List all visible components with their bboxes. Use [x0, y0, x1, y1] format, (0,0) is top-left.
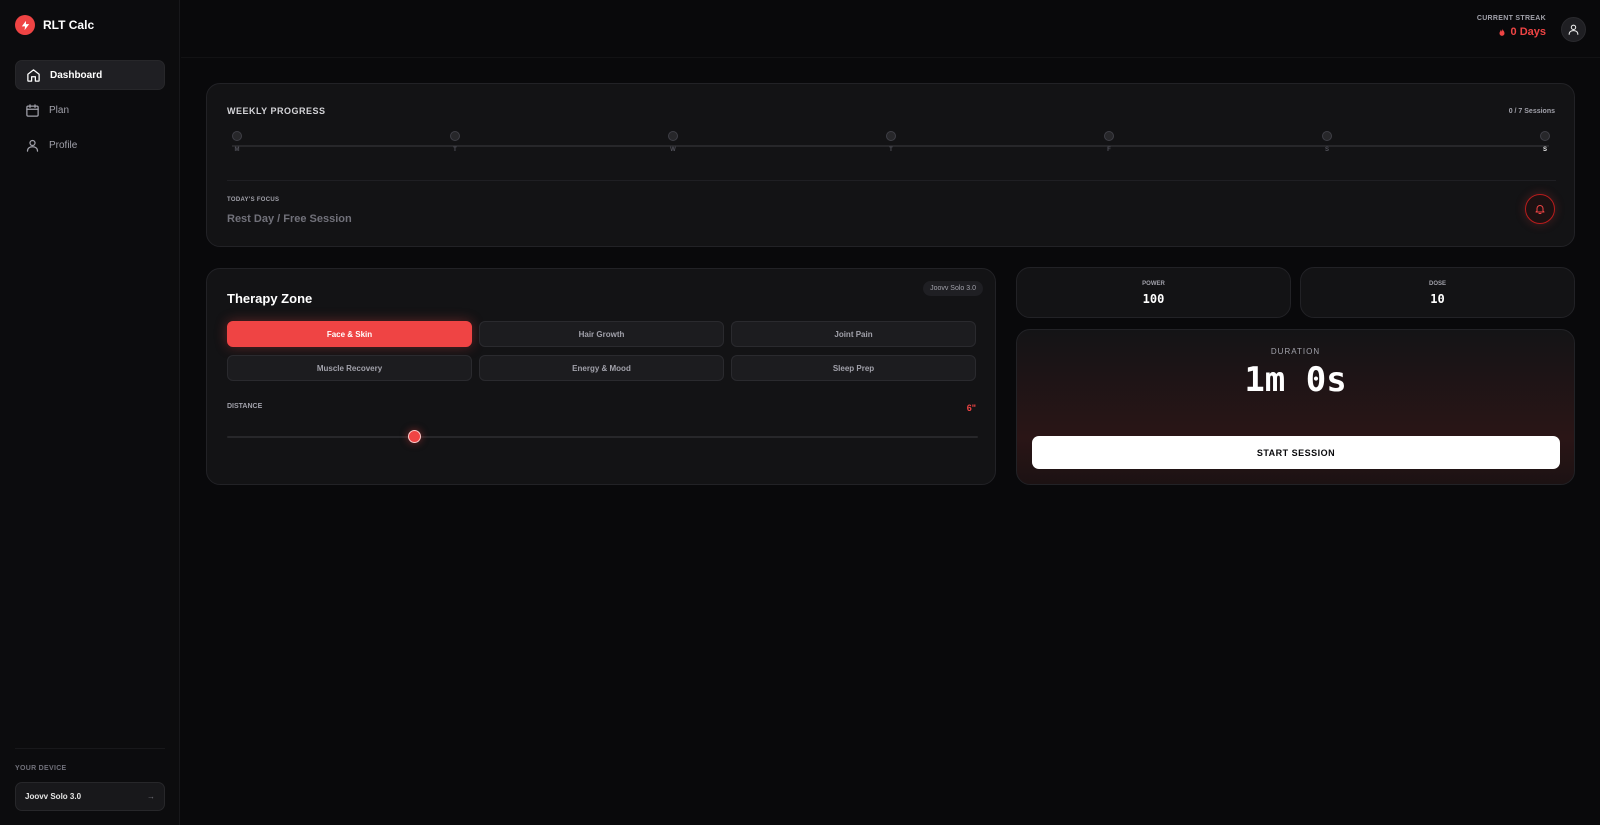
header: CURRENT STREAK 0 Days — [181, 0, 1600, 58]
sidebar-item-label: Dashboard — [50, 69, 103, 81]
day-dot — [450, 131, 460, 141]
dose-value: 10 — [1430, 292, 1445, 306]
streak-value-row: 0 Days — [1477, 26, 1546, 38]
streak-label: CURRENT STREAK — [1476, 15, 1546, 22]
sidebar-item-profile[interactable]: Profile — [15, 130, 165, 160]
device-selector-button[interactable]: Joovv Solo 3.0 → — [15, 782, 165, 811]
day-dot — [1540, 131, 1550, 141]
divider — [227, 180, 1556, 181]
day-dot — [1322, 131, 1332, 141]
flame-icon — [1499, 27, 1505, 36]
zone-option-face-skin[interactable]: Face & Skin — [227, 321, 472, 347]
user-icon — [1568, 24, 1579, 35]
sidebar-item-label: Profile — [49, 139, 78, 151]
dose-stat-card: DOSE 10 — [1300, 267, 1575, 318]
app-name: RLT Calc — [43, 18, 95, 32]
distance-slider-handle[interactable] — [408, 430, 422, 443]
sidebar: RLT Calc Dashboard Plan Profile YOUR DEV… — [0, 0, 180, 825]
day-label: S — [1324, 147, 1329, 153]
day-dot — [668, 131, 678, 141]
day-dot — [232, 131, 242, 141]
day-marker-wed: W — [663, 131, 683, 153]
streak-value: 0 Days — [1510, 26, 1546, 38]
power-stat-card: POWER 100 — [1016, 267, 1291, 318]
todays-focus-label: TODAY'S FOCUS — [227, 197, 280, 203]
day-label: T — [889, 147, 893, 153]
streak-indicator: CURRENT STREAK 0 Days — [1477, 15, 1546, 38]
sidebar-nav: Dashboard Plan Profile — [15, 60, 165, 165]
arrow-right-icon: → — [147, 792, 155, 801]
day-marker-sun: S — [1535, 131, 1555, 153]
reminder-button[interactable] — [1525, 194, 1555, 224]
day-marker-fri: F — [1099, 131, 1119, 153]
user-icon — [26, 139, 39, 152]
session-count: 0 / 7 Sessions — [1508, 108, 1555, 115]
brand[interactable]: RLT Calc — [15, 15, 94, 35]
day-dot — [1104, 131, 1114, 141]
distance-value: 6" — [966, 403, 976, 413]
zone-option-sleep-prep[interactable]: Sleep Prep — [731, 355, 976, 381]
day-marker-thu: T — [881, 131, 901, 153]
dose-label: DOSE — [1428, 281, 1446, 287]
day-dot — [886, 131, 896, 141]
zone-option-muscle-recovery[interactable]: Muscle Recovery — [227, 355, 472, 381]
therapy-zone-card: Therapy Zone Joovv Solo 3.0 Face & Skin … — [206, 268, 996, 485]
bolt-icon — [15, 15, 35, 35]
home-icon — [27, 68, 40, 82]
weekly-progress-card: WEEKLY PROGRESS 0 / 7 Sessions M T W T F… — [206, 83, 1575, 247]
profile-avatar-button[interactable] — [1561, 17, 1586, 42]
start-session-button[interactable]: START SESSION — [1032, 436, 1560, 469]
session-card: DURATION 1m 0s START SESSION — [1016, 329, 1575, 485]
device-section-label: YOUR DEVICE — [15, 765, 67, 772]
day-marker-mon: M — [227, 131, 247, 153]
power-value: 100 — [1142, 292, 1165, 306]
device-chip: Joovv Solo 3.0 — [923, 281, 983, 296]
zone-option-hair-growth[interactable]: Hair Growth — [479, 321, 724, 347]
sidebar-item-plan[interactable]: Plan — [15, 95, 165, 125]
duration-value: 1m 0s — [1244, 360, 1347, 400]
distance-slider-track[interactable] — [227, 436, 978, 438]
day-marker-sat: S — [1317, 131, 1337, 153]
zone-option-joint-pain[interactable]: Joint Pain — [731, 321, 976, 347]
day-label: M — [234, 147, 240, 153]
day-label: T — [453, 147, 457, 153]
therapy-zone-title: Therapy Zone — [227, 291, 313, 306]
bell-icon — [1535, 205, 1545, 214]
calendar-icon — [26, 103, 39, 117]
divider — [15, 748, 165, 749]
power-label: POWER — [1142, 281, 1165, 287]
day-label: W — [670, 147, 676, 153]
duration-label: DURATION — [1270, 347, 1321, 356]
sidebar-item-label: Plan — [49, 104, 70, 116]
day-marker-tue: T — [445, 131, 465, 153]
day-label: S — [1542, 147, 1547, 153]
device-name: Joovv Solo 3.0 — [25, 792, 82, 801]
zone-option-energy-mood[interactable]: Energy & Mood — [479, 355, 724, 381]
distance-label: DISTANCE — [227, 403, 263, 410]
sidebar-item-dashboard[interactable]: Dashboard — [15, 60, 165, 90]
day-label: F — [1107, 147, 1111, 153]
todays-focus-value: Rest Day / Free Session — [227, 213, 352, 225]
weekly-progress-title: WEEKLY PROGRESS — [227, 106, 326, 116]
